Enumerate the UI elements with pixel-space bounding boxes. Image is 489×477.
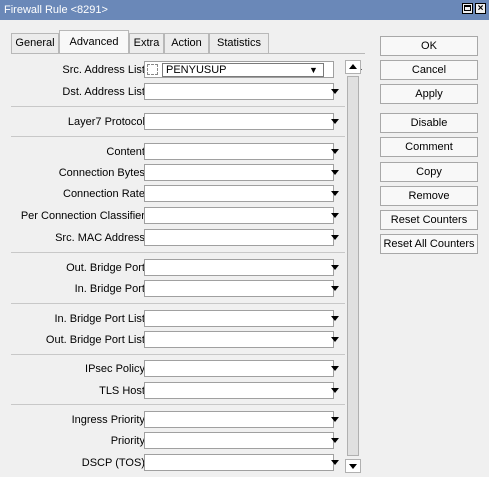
priority-row: Priority: — [11, 432, 365, 451]
dropdown-arrow-icon[interactable] — [331, 417, 339, 422]
connection-bytes-row: Connection Bytes: — [11, 164, 365, 183]
scroll-up-icon[interactable] — [345, 60, 361, 74]
connection-bytes-label: Connection Bytes: — [58, 167, 148, 179]
scroll-down-icon[interactable] — [345, 459, 361, 473]
priority-field[interactable] — [144, 432, 334, 449]
dropdown-arrow-icon[interactable] — [331, 149, 339, 154]
dropdown-arrow-icon[interactable] — [331, 316, 339, 321]
dropdown-arrow-icon[interactable] — [331, 213, 339, 218]
dropdown-arrow-icon[interactable] — [331, 235, 339, 240]
out-bridge-port-list-field[interactable] — [144, 331, 334, 348]
in-bridge-port-list-label: In. Bridge Port List: — [54, 313, 148, 325]
dropdown-arrow-icon[interactable] — [331, 89, 339, 94]
ipsec-policy-field[interactable] — [144, 360, 334, 377]
remove-button[interactable]: Remove — [380, 186, 478, 206]
dscp-row: DSCP (TOS): — [11, 454, 365, 473]
separator — [11, 106, 348, 107]
content-label: Content: — [106, 146, 148, 158]
connection-bytes-field[interactable] — [144, 164, 334, 181]
src-mac-address-row: Src. MAC Address: — [11, 229, 365, 248]
ingress-priority-field[interactable] — [144, 411, 334, 428]
dropdown-arrow-icon[interactable] — [331, 286, 339, 291]
dst-address-list-field[interactable] — [144, 83, 334, 100]
src-mac-address-field[interactable] — [144, 229, 334, 246]
dropdown-arrow-icon[interactable] — [331, 366, 339, 371]
title-bar: Firewall Rule <8291> × — [0, 0, 489, 20]
separator — [11, 136, 348, 137]
connection-rate-field[interactable] — [144, 185, 334, 202]
out-bridge-port-label: Out. Bridge Port: — [66, 262, 148, 274]
vertical-scrollbar[interactable] — [345, 54, 361, 477]
src-address-list-row: Src. Address List: PENYUSUP ▼ — [11, 61, 365, 80]
out-bridge-port-row: Out. Bridge Port: — [11, 259, 365, 278]
apply-button[interactable]: Apply — [380, 84, 478, 104]
ipsec-policy-label: IPsec Policy: — [85, 363, 148, 375]
dropdown-arrow-icon[interactable] — [331, 191, 339, 196]
copy-button[interactable]: Copy — [380, 162, 478, 182]
src-address-list-input[interactable]: PENYUSUP — [162, 63, 324, 77]
ok-button[interactable]: OK — [380, 36, 478, 56]
tab-action[interactable]: Action — [164, 33, 209, 53]
in-bridge-port-list-field[interactable] — [144, 310, 334, 327]
negate-checkbox[interactable] — [147, 64, 158, 75]
tab-advanced[interactable]: Advanced — [59, 30, 129, 53]
dscp-field[interactable] — [144, 454, 334, 471]
tls-host-label: TLS Host: — [99, 385, 148, 397]
src-mac-address-label: Src. MAC Address: — [55, 232, 148, 244]
layer7-row: Layer7 Protocol: — [11, 113, 365, 132]
cancel-button[interactable]: Cancel — [380, 60, 478, 80]
out-bridge-port-list-label: Out. Bridge Port List: — [45, 334, 148, 346]
in-bridge-port-list-row: In. Bridge Port List: — [11, 310, 365, 329]
disable-button[interactable]: Disable — [380, 113, 478, 133]
content-row: Content: — [11, 143, 365, 162]
separator — [11, 252, 348, 253]
tab-extra[interactable]: Extra — [129, 33, 164, 53]
dropdown-arrow-icon[interactable] — [331, 119, 339, 124]
maximize-icon[interactable] — [462, 3, 473, 14]
out-bridge-port-list-row: Out. Bridge Port List: — [11, 331, 365, 350]
per-connection-classifier-label: Per Connection Classifier: — [20, 210, 148, 222]
layer7-label: Layer7 Protocol: — [67, 116, 148, 128]
priority-label: Priority: — [110, 435, 148, 447]
scrollbar-thumb[interactable] — [347, 76, 359, 456]
src-address-list-label: Src. Address List: — [62, 64, 148, 76]
per-connection-classifier-field[interactable] — [144, 207, 334, 224]
dst-address-list-row: Dst. Address List: — [11, 83, 365, 102]
ipsec-policy-row: IPsec Policy: — [11, 360, 365, 379]
dropdown-arrow-icon[interactable] — [331, 265, 339, 270]
src-address-list-field[interactable]: PENYUSUP ▼ — [144, 61, 334, 78]
advanced-panel: Src. Address List: PENYUSUP ▼ Dst. Addre… — [11, 54, 365, 477]
ingress-priority-label: Ingress Priority: — [71, 414, 148, 426]
dropdown-arrow-icon[interactable] — [331, 460, 339, 465]
dropdown-arrow-icon[interactable] — [331, 170, 339, 175]
window-title: Firewall Rule <8291> — [4, 4, 108, 16]
comment-button[interactable]: Comment — [380, 137, 478, 157]
content-field[interactable] — [144, 143, 334, 160]
reset-all-counters-button[interactable]: Reset All Counters — [380, 234, 478, 254]
tab-general[interactable]: General — [11, 33, 59, 53]
per-connection-classifier-row: Per Connection Classifier: — [11, 207, 365, 226]
tls-host-row: TLS Host: — [11, 382, 365, 401]
separator — [11, 404, 348, 405]
dropdown-arrow-icon[interactable] — [331, 337, 339, 342]
in-bridge-port-label: In. Bridge Port: — [74, 283, 148, 295]
close-icon[interactable]: × — [475, 3, 486, 14]
in-bridge-port-field[interactable] — [144, 280, 334, 297]
tls-host-field[interactable] — [144, 382, 334, 399]
separator — [11, 303, 348, 304]
out-bridge-port-field[interactable] — [144, 259, 334, 276]
dropdown-arrow-icon[interactable] — [331, 388, 339, 393]
dscp-label: DSCP (TOS): — [81, 457, 148, 469]
ingress-priority-row: Ingress Priority: — [11, 411, 365, 430]
dropdown-arrow-icon[interactable]: ▼ — [309, 65, 318, 75]
layer7-field[interactable] — [144, 113, 334, 130]
in-bridge-port-row: In. Bridge Port: — [11, 280, 365, 299]
reset-counters-button[interactable]: Reset Counters — [380, 210, 478, 230]
dropdown-arrow-icon[interactable] — [331, 438, 339, 443]
separator — [11, 354, 348, 355]
tab-statistics[interactable]: Statistics — [209, 33, 269, 53]
dst-address-list-label: Dst. Address List: — [62, 86, 148, 98]
connection-rate-label: Connection Rate: — [63, 188, 148, 200]
connection-rate-row: Connection Rate: — [11, 185, 365, 204]
